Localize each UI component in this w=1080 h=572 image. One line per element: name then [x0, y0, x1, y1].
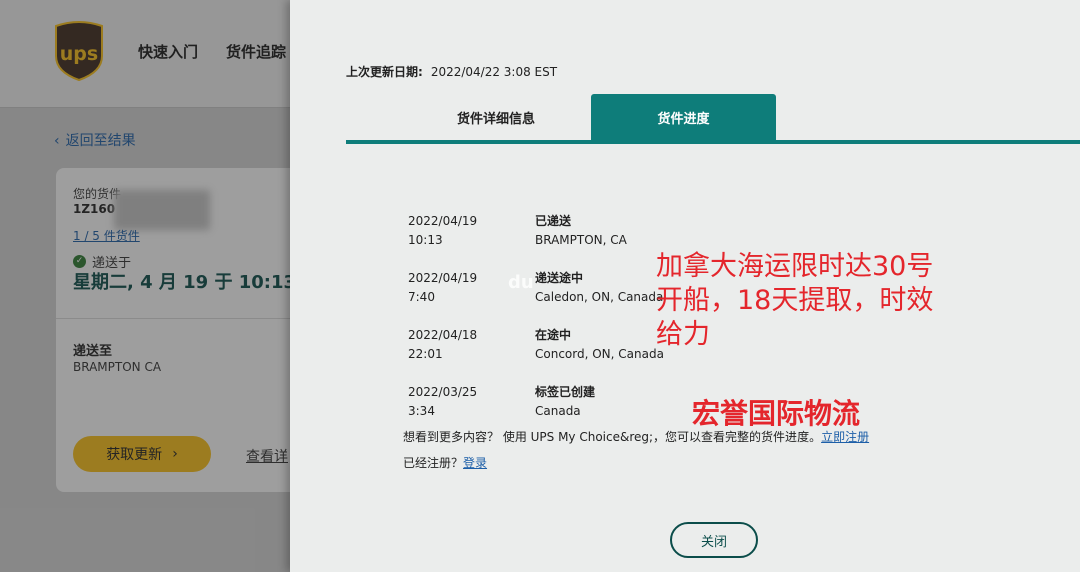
watermark: du — [508, 272, 534, 293]
event-time: 10:13 — [408, 233, 443, 247]
register-now-link[interactable]: 立即注册 — [821, 430, 869, 444]
event-date: 2022/04/19 — [408, 214, 478, 228]
event-date: 2022/03/25 — [408, 385, 478, 399]
last-update-value: 2022/04/22 3:08 EST — [430, 65, 558, 79]
event-time: 22:01 — [408, 347, 443, 361]
event-date: 2022/04/18 — [408, 328, 478, 342]
login-link[interactable]: 登录 — [463, 456, 487, 470]
event-status: 已递送 — [535, 214, 572, 228]
already-registered-line: 已经注册？登录 — [403, 454, 487, 471]
event-status: 递送途中 — [535, 271, 584, 285]
tab-shipment-details[interactable]: 货件详细信息 — [406, 94, 586, 140]
event-status: 标签已创建 — [535, 385, 596, 399]
event-location: BRAMPTON, CA — [535, 233, 627, 247]
tab-shipment-progress[interactable]: 货件进度 — [591, 94, 776, 140]
annotation-line: 开船，18天提取，时效 — [656, 285, 934, 316]
event-location: Canada — [535, 404, 581, 418]
tab-bar: 货件详细信息 货件进度 — [346, 94, 1080, 144]
event-location: Concord, ON, Canada — [535, 347, 664, 361]
close-button[interactable]: 关闭 — [670, 522, 758, 558]
event-time: 7:40 — [408, 290, 435, 304]
last-update-label: 上次更新日期: — [346, 65, 423, 79]
event-location: Caledon, ON, Canada — [535, 290, 664, 304]
event-status: 在途中 — [535, 328, 572, 342]
brand-annotation: 宏誉国际物流 — [692, 397, 861, 430]
more-info-text: 想看到更多内容？ 使用 UPS My Choice&reg;，您可以查看完整的货… — [403, 430, 822, 444]
tab-underline — [346, 140, 1080, 144]
promo-annotation: 加拿大海运限时达30号 开船，18天提取，时效 给力 — [656, 250, 976, 352]
event-date: 2022/04/19 — [408, 271, 478, 285]
last-update: 上次更新日期: 2022/04/22 3:08 EST — [346, 63, 557, 80]
annotation-line: 加拿大海运限时达30号 — [656, 251, 934, 282]
already-registered-text: 已经注册？ — [403, 456, 464, 470]
annotation-line: 给力 — [656, 319, 710, 350]
event-time: 3:34 — [408, 404, 435, 418]
